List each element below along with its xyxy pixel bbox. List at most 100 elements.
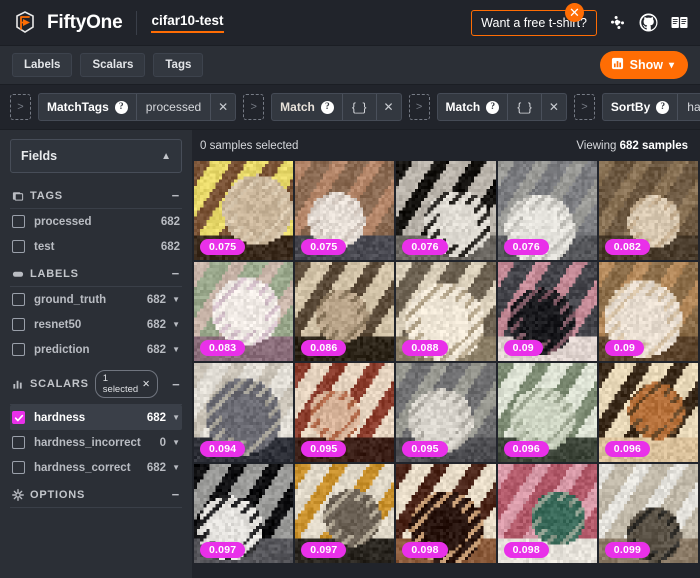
- sample-cell[interactable]: 0.099: [598, 464, 698, 563]
- close-icon[interactable]: ✕: [375, 94, 401, 120]
- section-header-labels[interactable]: LABELS −: [10, 261, 182, 287]
- hardness-value-badge: 0.086: [301, 340, 347, 356]
- label-icon: [12, 268, 24, 280]
- field-count: 682: [146, 461, 167, 474]
- sidebar-field-hardness_incorrect[interactable]: hardness_incorrect 0 ▼: [10, 430, 182, 455]
- help-icon[interactable]: ?: [486, 100, 500, 114]
- stage-value[interactable]: processed: [135, 94, 210, 120]
- field-label: test: [34, 240, 55, 253]
- github-icon[interactable]: [638, 12, 659, 33]
- stage-value[interactable]: {_}: [507, 94, 541, 120]
- checkbox[interactable]: [12, 215, 25, 228]
- dataset-name[interactable]: cifar10-test: [151, 13, 224, 33]
- chevron-down-icon[interactable]: ▼: [172, 413, 180, 422]
- sample-grid[interactable]: 0.075 0.075 0.076 0.076 0.082 0.083 0.086 0.088…: [192, 161, 700, 578]
- sample-cell[interactable]: 0.097: [194, 464, 294, 563]
- sample-cell[interactable]: 0.098: [497, 464, 597, 563]
- field-label: hardness_correct: [34, 461, 131, 474]
- slack-icon[interactable]: [607, 12, 628, 33]
- stage-name: SortBy ?: [603, 94, 677, 120]
- checkbox[interactable]: [12, 293, 25, 306]
- tab-labels[interactable]: Labels: [12, 53, 73, 77]
- sample-cell[interactable]: 0.075: [295, 161, 395, 260]
- checkbox[interactable]: [12, 343, 25, 356]
- close-icon[interactable]: ✕: [210, 94, 235, 120]
- help-icon[interactable]: ?: [114, 100, 128, 114]
- sidebar-sections: TAGS − processed 682 test 682 LABELS − ground_tr…: [10, 183, 182, 508]
- view-stage-sortby[interactable]: SortBy ? hardness False ✕: [601, 93, 700, 121]
- section-title: LABELS: [30, 267, 79, 280]
- fields-dropdown[interactable]: Fields ▲: [10, 139, 182, 173]
- sample-cell[interactable]: 0.097: [295, 464, 395, 563]
- view-stage-bar: > MatchTags ? processed ✕ > Match ? {_} …: [0, 84, 700, 130]
- sample-cell[interactable]: 0.095: [295, 363, 395, 462]
- app-header: FiftyOne cifar10-test Want a free t-shir…: [0, 0, 700, 46]
- chevron-down-icon[interactable]: ▼: [172, 463, 180, 472]
- minus-icon[interactable]: −: [172, 189, 180, 202]
- checkbox[interactable]: [12, 318, 25, 331]
- chevron-up-icon: ▲: [161, 150, 171, 162]
- sample-cell[interactable]: 0.083: [194, 262, 294, 361]
- help-icon[interactable]: ?: [320, 100, 334, 114]
- sample-cell[interactable]: 0.09: [598, 262, 698, 361]
- sidebar-field-resnet50[interactable]: resnet50 682 ▼: [10, 312, 182, 337]
- section-header-options[interactable]: OPTIONS −: [10, 482, 182, 508]
- tab-tags[interactable]: Tags: [153, 53, 204, 77]
- stage-label: Match: [445, 100, 481, 114]
- sample-cell[interactable]: 0.098: [396, 464, 496, 563]
- close-icon[interactable]: ✕: [565, 2, 584, 22]
- show-button[interactable]: Show ▾: [599, 51, 688, 79]
- sidebar-field-test[interactable]: test 682: [10, 234, 182, 259]
- view-stage-match-2[interactable]: Match ? {_} ✕: [436, 93, 567, 121]
- sample-cell[interactable]: 0.09: [497, 262, 597, 361]
- checkbox[interactable]: [12, 411, 25, 424]
- hardness-value-badge: 0.095: [301, 441, 347, 457]
- sample-cell[interactable]: 0.075: [194, 161, 294, 260]
- add-stage-button[interactable]: >: [408, 94, 430, 120]
- close-icon[interactable]: ✕: [540, 94, 566, 120]
- docs-icon[interactable]: [669, 12, 690, 33]
- chevron-down-icon[interactable]: ▼: [172, 345, 180, 354]
- sample-cell[interactable]: 0.082: [598, 161, 698, 260]
- section-header-scalars[interactable]: SCALARS 1 selected ✕ −: [10, 364, 182, 405]
- sidebar-field-hardness[interactable]: hardness 682 ▼: [10, 405, 182, 430]
- close-icon[interactable]: ✕: [142, 379, 150, 390]
- section-header-tags[interactable]: TAGS −: [10, 183, 182, 209]
- field-count: 682: [160, 240, 180, 253]
- chevron-down-icon[interactable]: ▼: [172, 320, 180, 329]
- sidebar-field-ground_truth[interactable]: ground_truth 682 ▼: [10, 287, 182, 312]
- sample-cell[interactable]: 0.096: [598, 363, 698, 462]
- minus-icon[interactable]: −: [172, 378, 180, 391]
- tab-scalars[interactable]: Scalars: [80, 53, 146, 77]
- stage-value[interactable]: {_}: [341, 94, 376, 120]
- sample-cell[interactable]: 0.076: [396, 161, 496, 260]
- checkbox[interactable]: [12, 436, 25, 449]
- field-count: 682: [146, 411, 167, 424]
- sample-cell[interactable]: 0.088: [396, 262, 496, 361]
- sample-cell[interactable]: 0.086: [295, 262, 395, 361]
- chevron-down-icon[interactable]: ▼: [172, 295, 180, 304]
- sidebar-field-processed[interactable]: processed 682: [10, 209, 182, 234]
- sample-cell[interactable]: 0.094: [194, 363, 294, 462]
- hardness-value-badge: 0.076: [503, 239, 549, 255]
- minus-icon[interactable]: −: [172, 267, 180, 280]
- view-stage-match-1[interactable]: Match ? {_} ✕: [271, 93, 402, 121]
- add-stage-button[interactable]: >: [573, 94, 595, 120]
- sidebar-field-hardness_correct[interactable]: hardness_correct 682 ▼: [10, 455, 182, 480]
- selected-filter-badge[interactable]: 1 selected ✕: [94, 370, 159, 398]
- sample-cell[interactable]: 0.076: [497, 161, 597, 260]
- add-stage-button[interactable]: >: [243, 94, 265, 120]
- sample-cell[interactable]: 0.095: [396, 363, 496, 462]
- section-title: TAGS: [30, 189, 63, 202]
- add-stage-button[interactable]: >: [10, 94, 31, 120]
- minus-icon[interactable]: −: [172, 488, 180, 501]
- checkbox[interactable]: [12, 461, 25, 474]
- view-stage-matchtags[interactable]: MatchTags ? processed ✕: [38, 93, 237, 121]
- checkbox[interactable]: [12, 240, 25, 253]
- help-icon[interactable]: ?: [656, 100, 670, 114]
- show-button-label: Show: [629, 58, 663, 72]
- sample-cell[interactable]: 0.096: [497, 363, 597, 462]
- chevron-down-icon[interactable]: ▼: [172, 438, 180, 447]
- stage-value[interactable]: hardness: [677, 94, 700, 120]
- sidebar-field-prediction[interactable]: prediction 682 ▼: [10, 337, 182, 362]
